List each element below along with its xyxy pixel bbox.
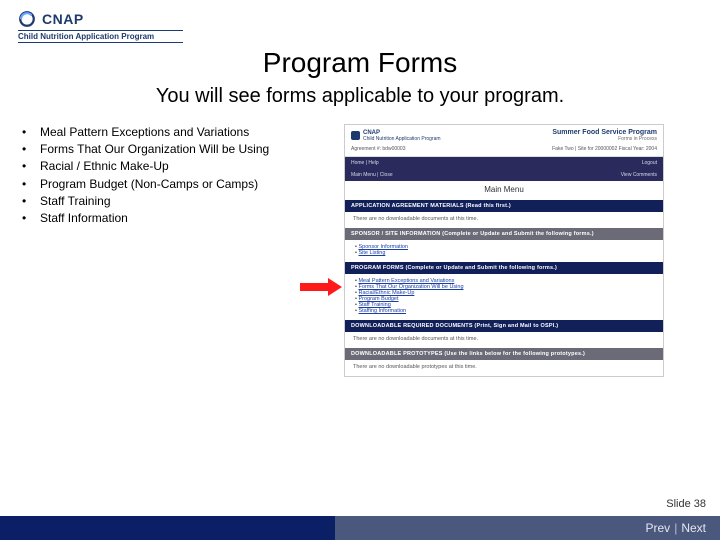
footer-bar: Prev | Next: [0, 516, 720, 540]
mini-bar-forms: PROGRAM FORMS (Complete or Update and Su…: [345, 262, 663, 274]
page-subtitle: You will see forms applicable to your pr…: [0, 85, 720, 108]
mini-bar-sponsor: SPONSOR / SITE INFORMATION (Complete or …: [345, 228, 663, 240]
list-item: •Program Budget (Non-Camps or Camps): [22, 176, 332, 192]
list-item: •Staff Training: [22, 193, 332, 209]
mini-meta-right: Fake Two | Site for 20000002 Fiscal Year…: [552, 146, 657, 152]
logo-icon: [18, 10, 36, 28]
mini-form-item: Staffing Information: [355, 308, 655, 314]
mini-proto-body: There are no downloadable prototypes at …: [345, 360, 663, 376]
list-item: •Forms That Our Organization Will be Usi…: [22, 141, 332, 157]
nav-separator: |: [674, 521, 677, 535]
list-item: •Staff Information: [22, 210, 332, 226]
logo-subtitle: Child Nutrition Application Program: [18, 30, 183, 43]
mini-dl-body: There are no downloadable documents at t…: [345, 332, 663, 348]
mini-sponsor-item: Site Listing: [355, 250, 655, 256]
mini-agreement: Agreement #: bdw00003: [351, 146, 405, 152]
prev-button[interactable]: Prev: [646, 521, 671, 535]
page-title: Program Forms: [0, 47, 720, 79]
slide-number: Slide 38: [666, 498, 706, 510]
red-arrow-icon: [300, 278, 342, 296]
logo-brand: CNAP: [42, 11, 84, 27]
mini-bar-proto: DOWNLOADABLE PROTOTYPES (Use the links b…: [345, 348, 663, 360]
next-button[interactable]: Next: [681, 521, 706, 535]
mini-logo-icon: [351, 131, 360, 140]
mini-nav2-left: Main Menu | Close: [345, 169, 504, 181]
mini-program-name: Summer Food Service Program: [552, 129, 657, 136]
mini-bar-dl: DOWNLOADABLE REQUIRED DOCUMENTS (Print, …: [345, 320, 663, 332]
mini-program-sub: Forms in Process: [552, 136, 657, 142]
mini-bar-app: APPLICATION AGREEMENT MATERIALS (Read th…: [345, 200, 663, 212]
mini-brand-sub: Child Nutrition Application Program: [363, 136, 441, 142]
mini-app-body: There are no downloadable documents at t…: [345, 212, 663, 228]
mini-nav-left: Home | Help: [345, 157, 504, 169]
mini-main-menu: Main Menu: [345, 181, 663, 200]
list-item: •Meal Pattern Exceptions and Variations: [22, 124, 332, 140]
bullet-list: •Meal Pattern Exceptions and Variations …: [22, 124, 332, 226]
logo-block: CNAP Child Nutrition Application Program: [0, 0, 720, 43]
mini-nav2-right: View Comments: [504, 169, 663, 181]
app-screenshot: CNAP Child Nutrition Application Program…: [344, 124, 664, 377]
mini-nav-logout: Logout: [504, 157, 663, 169]
list-item: •Racial / Ethnic Make-Up: [22, 158, 332, 174]
